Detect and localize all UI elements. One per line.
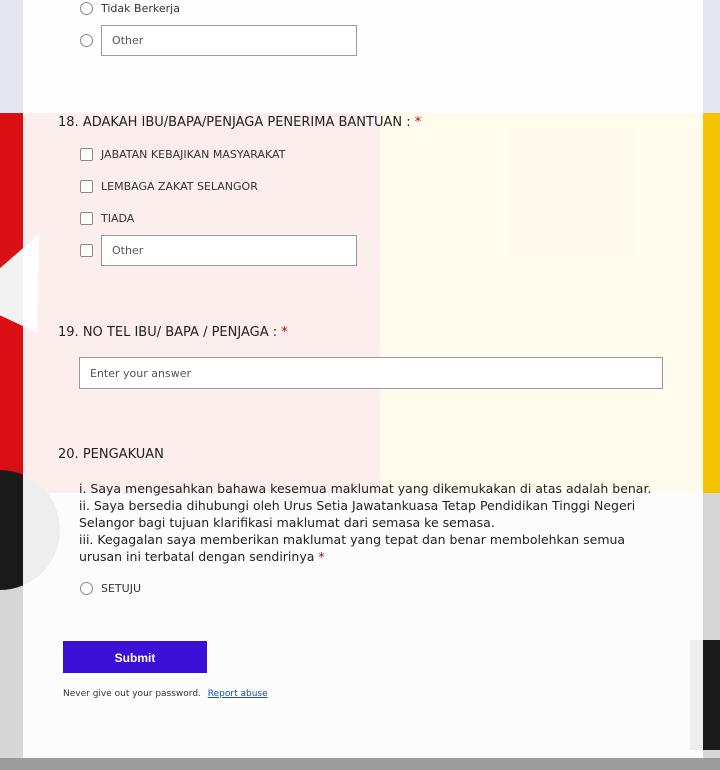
option-label: LEMBAGA ZAKAT SELANGOR bbox=[101, 180, 258, 193]
q20-option-setuju[interactable]: SETUJU bbox=[80, 582, 141, 595]
option-label: Tidak Berkerja bbox=[101, 2, 180, 15]
q18-option-jkm[interactable]: JABATAN KEBAJIKAN MASYARAKAT bbox=[80, 148, 285, 161]
option-label: TIADA bbox=[101, 212, 135, 225]
submit-button[interactable]: Submit bbox=[63, 641, 207, 673]
checkbox[interactable] bbox=[80, 212, 93, 225]
checkbox[interactable] bbox=[80, 180, 93, 193]
q18-other-input[interactable]: Other bbox=[101, 235, 357, 266]
checkbox[interactable] bbox=[80, 148, 93, 161]
q17-option-other[interactable] bbox=[80, 34, 93, 47]
report-abuse-link[interactable]: Report abuse bbox=[208, 689, 268, 699]
option-label: SETUJU bbox=[101, 582, 141, 595]
q18-option-other[interactable] bbox=[80, 244, 93, 257]
q17-other-input[interactable]: Other bbox=[101, 25, 357, 56]
footer-text: Never give out your password. bbox=[63, 689, 201, 699]
q17-option-tidak-berkerja[interactable]: Tidak Berkerja bbox=[80, 2, 180, 15]
statement-line-2: ii. Saya bersedia dihubungi oleh Urus Se… bbox=[79, 498, 636, 530]
statement-line-1: i. Saya mengesahkan bahawa kesemua maklu… bbox=[79, 481, 652, 496]
radio-button[interactable] bbox=[80, 34, 93, 47]
required-mark: * bbox=[414, 115, 422, 130]
required-mark: * bbox=[318, 549, 325, 564]
q18-option-lzs[interactable]: LEMBAGA ZAKAT SELANGOR bbox=[80, 180, 258, 193]
radio-button[interactable] bbox=[80, 582, 93, 595]
radio-button[interactable] bbox=[80, 2, 93, 15]
checkbox[interactable] bbox=[80, 244, 93, 257]
pengakuan-statement: i. Saya mengesahkan bahawa kesemua maklu… bbox=[79, 480, 669, 565]
q19-answer-input[interactable]: Enter your answer bbox=[79, 357, 663, 389]
footer-note: Never give out your password. Report abu… bbox=[63, 689, 268, 699]
q18-option-tiada[interactable]: TIADA bbox=[80, 212, 134, 225]
question-20-title: 20. PENGAKUAN bbox=[58, 447, 164, 462]
question-18-title: 18. ADAKAH IBU/BAPA/PENJAGA PENERIMA BAN… bbox=[58, 115, 422, 130]
statement-line-3: iii. Kegagalan saya memberikan maklumat … bbox=[79, 532, 626, 564]
option-label: JABATAN KEBAJIKAN MASYARAKAT bbox=[101, 148, 286, 161]
question-19-title: 19. NO TEL IBU/ BAPA / PENJAGA : * bbox=[58, 325, 288, 340]
required-mark: * bbox=[281, 325, 288, 340]
